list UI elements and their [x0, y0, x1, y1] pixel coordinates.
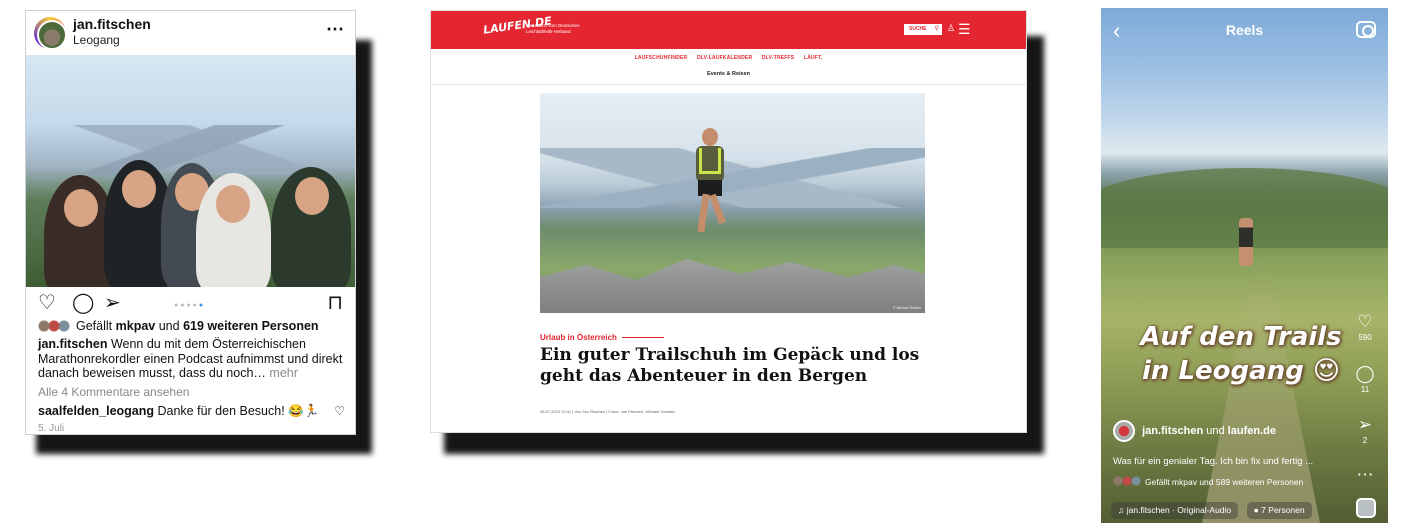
comment-icon[interactable]: ◯ — [72, 293, 94, 313]
carousel-dots: ●●●●● — [174, 302, 206, 309]
post-action-bar: ♡ ◯ ➢ ●●●●● ⊓ — [26, 287, 355, 319]
reels-header: ‹ Reels — [1101, 8, 1388, 58]
comment-count: 11 — [1360, 385, 1370, 394]
like-action[interactable]: ♡ 590 — [1348, 313, 1382, 343]
likes-line[interactable]: Gefällt mkpav und 619 weiteren Personen — [38, 319, 319, 333]
more-action[interactable]: ⋯ — [1348, 466, 1382, 484]
share-action[interactable]: ➢ 2 — [1348, 416, 1382, 446]
reel-description[interactable]: Was für ein genialer Tag. Ich bin fix un… — [1113, 456, 1313, 467]
reel-likes-line[interactable]: Gefällt mkpav und 589 weiteren Personen — [1113, 476, 1303, 487]
audio-chip[interactable]: ♫ jan.fitschen · Original-Audio — [1111, 502, 1239, 519]
trail-runner — [690, 128, 730, 238]
liker-avatars — [38, 320, 72, 332]
share-count: 2 — [1362, 436, 1368, 445]
liker-username[interactable]: mkpav — [116, 319, 156, 333]
avatar[interactable] — [34, 17, 67, 50]
comment-icon[interactable]: ◯ — [1348, 365, 1382, 383]
likes-count[interactable]: 619 weiteren Personen — [183, 319, 318, 333]
people-chip[interactable]: ● 7 Personen — [1246, 502, 1312, 519]
article-kicker[interactable]: Urlaub in Österreich — [540, 333, 664, 342]
reel-collaborator[interactable]: laufen.de — [1228, 425, 1276, 437]
post-date: 5. Juli — [38, 423, 65, 434]
view-comments-link[interactable]: Alle 4 Kommentare ansehen — [38, 385, 189, 399]
nav-item-laeuft[interactable]: LÄUFT. — [804, 55, 822, 61]
camera-icon[interactable] — [1356, 21, 1376, 38]
post-caption: jan.fitschen Wenn du mit dem Österreichi… — [38, 337, 350, 381]
reels-view[interactable]: ‹ Reels Auf den Trails in Leogang 😍 ♡ 59… — [1101, 8, 1388, 523]
avatar[interactable] — [1113, 420, 1135, 442]
person-icon: ● — [1253, 505, 1259, 515]
comment-text: Danke für den Besuch! 😂🏃 — [157, 404, 320, 418]
more-options-icon[interactable]: ⋯ — [326, 19, 345, 40]
reel-username[interactable]: jan.fitschen — [1142, 425, 1203, 437]
comment-like-icon[interactable]: ♡ — [334, 404, 345, 418]
article-hero-image: © Michael Geißler — [540, 93, 925, 313]
search-field[interactable]: SUCHE ⚲ — [904, 24, 942, 35]
site-nav: LAUFSCHUHFINDER DLV-LAUFKALENDER DLV-TRE… — [431, 49, 1026, 85]
post-header: jan.fitschen Leogang ⋯ — [26, 11, 355, 55]
laufen-article: LAUFEN.DE unterstützt vom Deutschen Leic… — [430, 10, 1027, 433]
trail-runner — [1239, 218, 1253, 266]
reel-author-line[interactable]: jan.fitschen und laufen.de — [1113, 420, 1276, 442]
person — [271, 167, 351, 287]
rocks — [540, 259, 925, 313]
nav-item-treffs[interactable]: DLV-TREFFS — [762, 55, 794, 61]
bookmark-icon[interactable]: ⊓ — [327, 293, 343, 313]
site-tagline: unterstützt vom Deutschen Leichtathletik… — [526, 23, 580, 34]
music-note-icon: ♫ — [1118, 505, 1125, 515]
post-photo[interactable] — [26, 55, 355, 287]
nav-item-events[interactable]: Events & Reisen — [431, 71, 1026, 77]
like-count: 590 — [1358, 333, 1372, 342]
user-icon[interactable]: ♙ — [947, 23, 955, 34]
nav-item-laufschuhfinder[interactable]: LAUFSCHUHFINDER — [635, 55, 688, 61]
comment: saalfelden_leogang Danke für den Besuch!… — [38, 404, 338, 419]
liker-avatars — [1113, 476, 1141, 486]
reels-title: Reels — [1225, 22, 1264, 38]
menu-icon[interactable]: ☰ — [958, 22, 971, 36]
comment-action[interactable]: ◯ 11 — [1348, 365, 1382, 395]
send-icon[interactable]: ➢ — [1348, 416, 1382, 434]
post-location[interactable]: Leogang — [73, 33, 120, 47]
search-icon: ⚲ — [934, 26, 939, 32]
photo-credit: © Michael Geißler — [892, 306, 921, 310]
more-options-icon[interactable]: ⋯ — [1348, 466, 1382, 484]
mountain-ridge — [540, 148, 925, 208]
article-meta: 28.07.2023 13:41 | Von Jan Fitschen | Fo… — [540, 409, 676, 414]
audio-thumbnail[interactable] — [1356, 498, 1376, 518]
send-icon[interactable]: ➢ — [104, 293, 121, 313]
article-headline: Ein guter Trailschuh im Gepäck und los g… — [540, 345, 920, 386]
person — [196, 173, 271, 287]
instagram-post: jan.fitschen Leogang ⋯ ♡ ◯ ➢ ●●●●● ⊓ Gef… — [25, 10, 356, 435]
reel-chips: ♫ jan.fitschen · Original-Audio ● 7 Pers… — [1111, 500, 1316, 519]
heart-icon[interactable]: ♡ — [1348, 313, 1382, 331]
nav-item-laufkalender[interactable]: DLV-LAUFKALENDER — [697, 55, 752, 61]
post-username[interactable]: jan.fitschen — [73, 16, 151, 32]
caption-more-link[interactable]: mehr — [269, 366, 297, 380]
reel-overlay-text: Auf den Trails in Leogang 😍 — [1140, 322, 1342, 386]
comment-username[interactable]: saalfelden_leogang — [38, 404, 154, 418]
caption-username[interactable]: jan.fitschen — [38, 337, 107, 351]
heart-icon[interactable]: ♡ — [38, 293, 56, 313]
site-header: LAUFEN.DE unterstützt vom Deutschen Leic… — [431, 11, 1026, 49]
